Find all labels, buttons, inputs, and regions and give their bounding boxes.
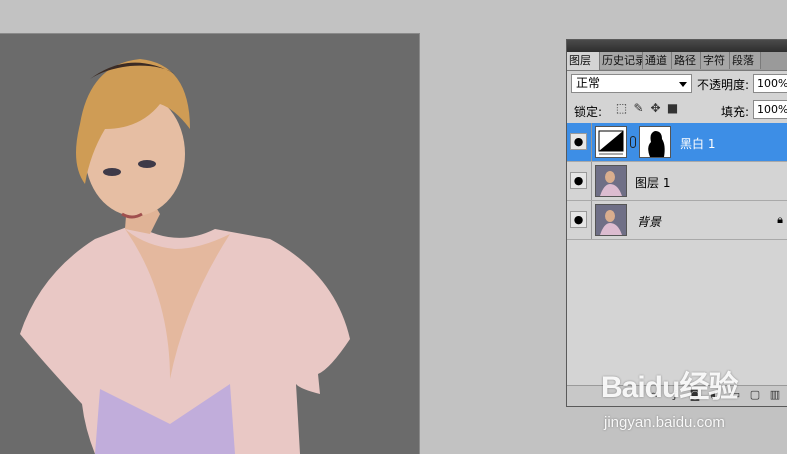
link-layers-icon[interactable]: ∞ (649, 389, 661, 401)
fill-label: 填充: (721, 105, 750, 119)
watermark-url: jingyan.baidu.com (604, 414, 725, 431)
group-folder-icon[interactable]: ▭ (729, 389, 741, 401)
mask-silhouette (648, 131, 665, 157)
tab-paragraph[interactable]: 段落 (730, 52, 761, 69)
bottom-toolbar-icons: ∞ ƒ ◙ ◐ ▭ ▢ ▥ (649, 389, 781, 401)
blend-mode-select[interactable]: 正常 (571, 74, 692, 93)
lock-icon: 🔒︎ (777, 213, 783, 226)
document-canvas[interactable] (0, 33, 420, 454)
lock-transparent-icon[interactable]: ⬚ (615, 102, 628, 115)
eye-icon[interactable]: ● (570, 133, 587, 150)
adjustment-thumbnail[interactable] (595, 126, 627, 158)
layer-style-icon[interactable]: ƒ (669, 389, 681, 401)
divider (591, 201, 592, 239)
panel-title-bar[interactable] (567, 40, 787, 52)
trash-icon[interactable]: ▥ (769, 389, 781, 401)
layer-row-black-white[interactable]: ● 黑白 1 (567, 123, 787, 162)
lock-label: 锁定: (574, 105, 603, 119)
tab-channels[interactable]: 通道 (643, 52, 672, 69)
lock-options: ⬚ ✎ ✥ ■ (615, 102, 679, 115)
fill-input[interactable]: 100% (753, 100, 787, 119)
layer-name[interactable]: 图层 1 (635, 174, 670, 191)
portrait-thumbnail-icon (596, 166, 626, 196)
layer-list: ● 黑白 1 ● 图层 1 ● 背景 🔒︎ (567, 123, 787, 240)
layer-thumbnail[interactable] (595, 204, 627, 236)
link-icon[interactable] (630, 136, 636, 148)
eye-icon[interactable]: ● (570, 172, 587, 189)
divider (591, 123, 592, 161)
layer-row-layer1[interactable]: ● 图层 1 (567, 162, 787, 201)
tab-paths[interactable]: 路径 (672, 52, 701, 69)
tab-character[interactable]: 字符 (701, 52, 730, 69)
layers-panel: 图层 历史记录 通道 路径 字符 段落 正常 不透明度: 100% 锁定: ⬚ … (566, 39, 787, 407)
chevron-down-icon (679, 82, 687, 87)
opacity-label: 不透明度: (697, 78, 750, 92)
divider (591, 162, 592, 200)
blend-mode-value: 正常 (576, 76, 601, 90)
eye-icon[interactable]: ● (570, 211, 587, 228)
black-white-adjustment-icon (598, 130, 624, 155)
add-mask-icon[interactable]: ◙ (689, 389, 701, 401)
lock-all-icon[interactable]: ■ (666, 102, 679, 115)
layer-name[interactable]: 黑白 1 (680, 135, 715, 152)
panel-tabs: 图层 历史记录 通道 路径 字符 段落 (567, 52, 787, 71)
portrait-thumbnail-icon (596, 205, 626, 235)
tab-history[interactable]: 历史记录 (600, 52, 643, 69)
adjustment-layer-icon[interactable]: ◐ (709, 389, 721, 401)
layer-thumbnail[interactable] (595, 165, 627, 197)
layer-row-background[interactable]: ● 背景 🔒︎ (567, 201, 787, 240)
lock-brush-icon[interactable]: ✎ (632, 102, 645, 115)
panel-bottom-toolbar: ∞ ƒ ◙ ◐ ▭ ▢ ▥ (567, 385, 787, 406)
opacity-input[interactable]: 100% (753, 74, 787, 93)
tab-layers[interactable]: 图层 (567, 52, 600, 70)
new-layer-icon[interactable]: ▢ (749, 389, 761, 401)
blend-row: 正常 不透明度: 100% (571, 73, 787, 95)
lock-move-icon[interactable]: ✥ (649, 102, 662, 115)
mask-thumbnail[interactable] (639, 126, 671, 158)
photo-image (0, 34, 419, 454)
lock-row: 锁定: ⬚ ✎ ✥ ■ 填充: 100% (571, 99, 787, 121)
layer-name[interactable]: 背景 (637, 213, 661, 230)
